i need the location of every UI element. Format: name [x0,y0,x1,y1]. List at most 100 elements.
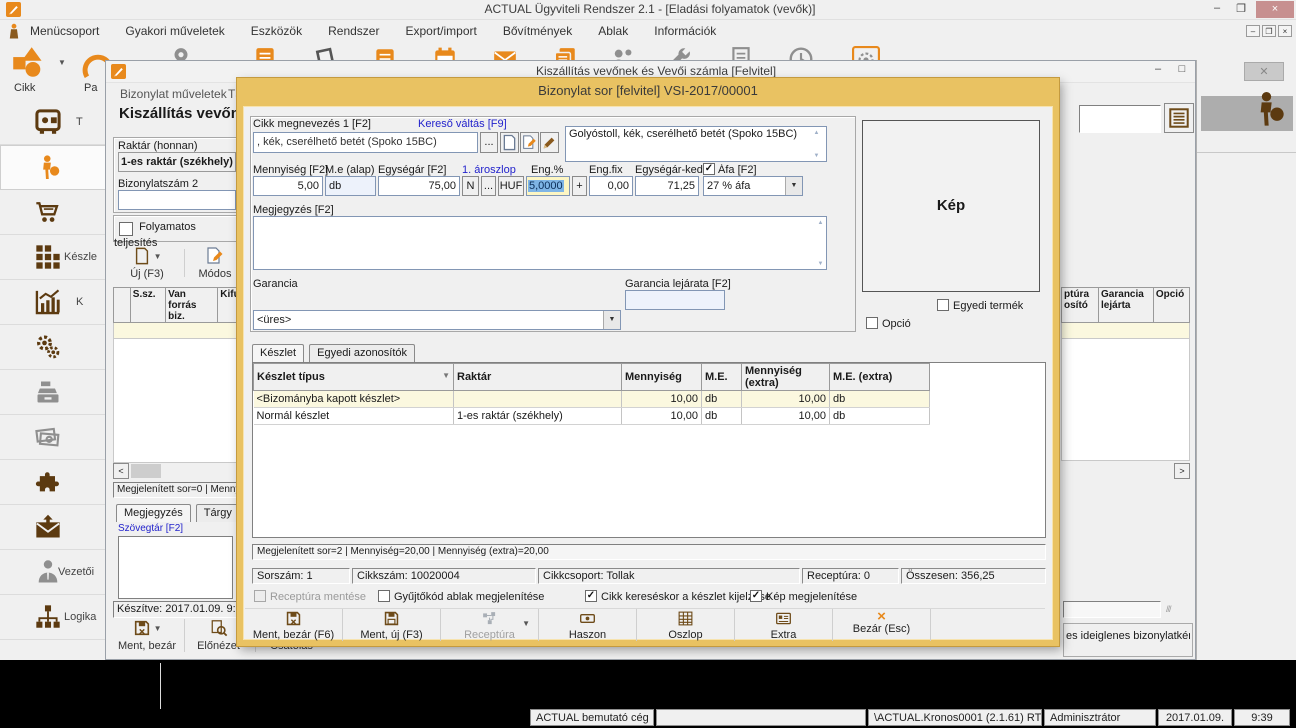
scroll-down-icon[interactable]: ▼ [811,152,822,160]
afa-checkbox[interactable] [703,163,715,175]
search-input[interactable] [1079,105,1161,133]
grid-header-opcio[interactable]: Opció [1154,287,1190,323]
menu-rendszer[interactable]: Rendszer [328,24,379,38]
oszlop-button[interactable]: Oszlop [637,609,735,641]
aroszlop-link[interactable]: 1. ároszlop [462,164,516,176]
sidebar-item-send[interactable] [0,505,106,550]
sidebar-item-keszlet[interactable]: Készle [0,235,106,280]
ment-uj-button[interactable]: Ment, új (F3) [343,609,441,641]
col-mennyiseg[interactable]: Mennyiség [622,364,702,391]
sidebar-item-sales[interactable] [0,145,106,190]
sidebar-item-purchases[interactable] [0,190,106,235]
window-maximize-button[interactable]: □ [1172,63,1192,75]
bizonylatszam-input[interactable] [118,190,236,210]
scroll-up-icon[interactable]: ▲ [815,219,826,227]
megjegyzes-textarea[interactable] [253,216,827,270]
afa-select[interactable]: 27 % áfa ▼ [703,176,803,196]
sidebar-item-integration[interactable] [0,460,106,505]
menu-gyakori-muveletek[interactable]: Gyakori műveletek [125,24,224,38]
hscroll-thumb[interactable] [131,464,161,478]
eng-input[interactable]: 5,0000 [526,176,570,196]
kedv-input[interactable]: 71,25 [635,176,699,196]
mdi-minimize-button[interactable]: – [1246,25,1260,37]
grid-header-ssz[interactable]: S.sz. [131,287,166,323]
toolbar-cikk-icon[interactable] [12,46,44,78]
sidebar-item-safe[interactable]: T [0,100,106,145]
table-row[interactable]: <Bizományba kapott készlet> 10,00db 10,0… [254,391,930,408]
grid-row-left[interactable] [113,323,246,339]
col-me-extra[interactable]: M.E. (extra) [830,364,930,391]
garancia-lejarata-input[interactable] [625,290,725,310]
modositas-button[interactable]: Módos [190,247,240,280]
pencil-button[interactable] [540,132,559,153]
menu-export-import[interactable]: Export/import [405,24,476,38]
toolbar-cikk-dropdown-icon[interactable]: ▼ [58,58,66,67]
uj-button[interactable]: ▼ Új (F3) [116,247,178,280]
app-minimize-button[interactable]: – [1206,2,1228,14]
bezar-button[interactable]: × Bezár (Esc) [833,609,931,641]
kep-megjelenites-checkbox[interactable] [750,590,762,602]
scroll-down-icon[interactable]: ▼ [815,260,826,268]
table-row[interactable]: Normál készlet1-es raktár (székhely) 10,… [254,408,930,425]
right-input[interactable] [1063,601,1161,618]
plus-button[interactable]: + [572,176,587,196]
huf-button[interactable]: HUF [498,176,524,196]
cikk-input[interactable]: , kék, cserélhető betét (Spoko 15BC) [253,132,478,153]
window-menu-bizonylat[interactable]: Bizonylat műveletek [120,87,227,101]
szovegtar-link[interactable]: Szövegtár [F2] [118,523,183,534]
hscroll-right-button[interactable]: > [1174,463,1190,479]
mdi-close-button[interactable]: × [1278,25,1292,37]
mennyiseg-input[interactable]: 5,00 [253,176,323,196]
app-close-button[interactable]: × [1256,1,1294,18]
grid-header-garancia-lejarta[interactable]: Garancia lejárta [1099,287,1154,323]
cikk-browse-button[interactable]: ... [480,132,498,153]
engfix-input[interactable]: 0,00 [589,176,633,196]
sort-down-icon[interactable]: ▼ [442,371,450,380]
keszlet-kijelzes-checkbox[interactable] [585,590,597,602]
menu-menucsoport[interactable]: Menücsoport [30,24,99,38]
app-maximize-button[interactable]: ❐ [1230,2,1252,15]
egysegar-input[interactable]: 75,00 [378,176,460,196]
grid-body-right[interactable] [1061,339,1190,461]
sidebar-item-settings[interactable] [0,325,106,370]
tab-egyedi-azonositok[interactable]: Egyedi azonosítók [309,344,415,362]
col-raktar[interactable]: Raktár [454,364,622,391]
col-me[interactable]: M.E. [702,364,742,391]
megjegyzes-textarea[interactable] [118,536,233,599]
sidebar-item-cash-register[interactable] [0,370,106,415]
n-button[interactable]: N [462,176,479,196]
list-button[interactable] [1164,103,1194,133]
opcio-checkbox[interactable] [866,317,878,329]
sidebar-item-money[interactable] [0,415,106,460]
toolbar-partner-label[interactable]: Pa [84,82,97,94]
ar-browse-button[interactable]: ... [481,176,496,196]
egyedi-termek-checkbox[interactable] [937,299,949,311]
hscroll-left-button[interactable]: < [113,463,129,479]
menu-bovitmenyek[interactable]: Bővítmények [503,24,572,38]
window-minimize-button[interactable]: – [1148,63,1168,75]
col-mennyiseg-extra[interactable]: Mennyiség (extra) [742,364,830,391]
ment-bezar-button[interactable]: Ment, bezár (F6) [245,609,343,641]
menu-ablak[interactable]: Ablak [598,24,628,38]
window-close-button[interactable]: ✕ [1244,62,1284,81]
grid-header-vanforras[interactable]: Van forrás biz. [166,287,218,323]
garancia-select[interactable]: <üres> ▼ [253,310,621,330]
resize-grip[interactable]: /// [1166,604,1171,614]
extra-button[interactable]: Extra [735,609,833,641]
sidebar-item-vezetoi[interactable]: Vezetői [0,550,106,595]
tab-keszlet[interactable]: Készlet [252,344,304,362]
haszon-button[interactable]: Haszon [539,609,637,641]
tab-megjegyzes[interactable]: Megjegyzés [116,504,191,522]
menu-informaciok[interactable]: Információk [654,24,716,38]
sidebar-item-logika[interactable]: Logika [0,595,106,640]
kereso-valtas-link[interactable]: Kereső váltás [F9] [418,118,507,130]
cikk-full-textarea[interactable]: Golyóstoll, kék, cserélhető betét (Spoko… [565,126,827,162]
ment-bezar-window-button[interactable]: ▼ Ment, bezár [113,619,181,652]
chevron-down-icon[interactable]: ▼ [603,311,620,329]
col-keszlet-tipus[interactable]: Készlet típus ▼ [254,364,454,391]
chevron-down-icon[interactable]: ▼ [154,252,162,261]
toolbar-cikk-label[interactable]: Cikk [14,82,35,94]
folyamatos-checkbox[interactable] [119,222,133,236]
mdi-restore-button[interactable]: ❐ [1262,25,1276,37]
raktar-select[interactable]: 1-es raktár (székhely) [118,152,236,172]
